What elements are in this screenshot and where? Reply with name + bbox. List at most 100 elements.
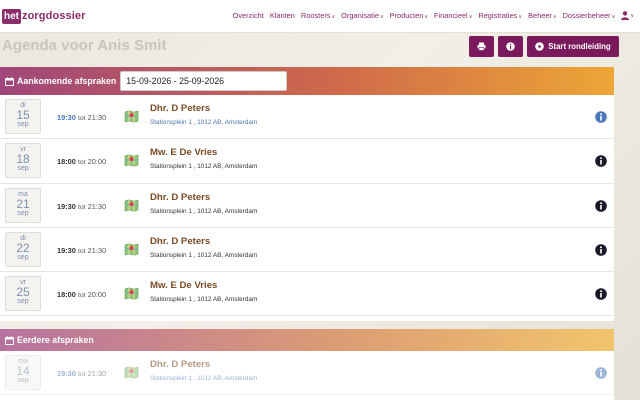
past-appointments-panel: Eerdere afspraken ma 14 sep 19:30 tot 21… [0,329,614,400]
map-icon[interactable] [124,287,139,305]
info-circle-icon[interactable] [595,110,607,128]
time-separator: tot [77,159,86,167]
appointment-row[interactable]: di 22 sep 19:30 tot 21:30 Dhr. D Peters … [0,227,614,273]
upcoming-list: di 15 sep 19:30 tot 21:30 Dhr. D Peters … [0,95,614,317]
past-list: ma 14 sep 19:30 tot 21:30 Dhr. D Peters … [0,351,614,396]
chevron-down-icon: ∨ [424,14,428,20]
nav-klanten[interactable]: Klanten [270,11,295,20]
calendar-icon [5,76,14,86]
end-time: 20:00 [87,157,107,167]
date-badge: di 15 sep [5,99,41,134]
time-separator: tot [77,203,86,211]
upcoming-panel-header: Aankomende afspraken 15-09-2026 - 25-09-… [0,67,614,95]
page-title: Agenda voor Anis Smit [2,37,167,54]
nav-registraties[interactable]: Registraties∨ [478,11,522,20]
nav-producten[interactable]: Producten∨ [390,11,428,20]
user-icon [621,11,630,20]
time-range: 18:00 tot 20:00 [57,290,106,299]
date-range-input[interactable]: 15-09-2026 - 25-09-2026 [120,71,288,91]
nav-dossierbeheer[interactable]: Dossierbeheer∨ [563,11,616,20]
appointment-row[interactable]: ma 14 sep 19:30 tot 21:30 Dhr. D Peters … [0,351,614,396]
end-time: 21:30 [87,201,107,211]
print-icon [477,42,486,51]
client-name[interactable]: Dhr. D Peters [150,103,210,114]
date-badge: ma 14 sep [5,355,41,390]
main-nav: Overzicht Klanten Roosters∨ Organisatie∨… [227,11,634,20]
time-range: 18:00 tot 20:00 [57,157,106,166]
time-range: 19:30 tot 21:30 [57,246,106,255]
month-name: sep [17,377,29,384]
client-name[interactable]: Dhr. D Peters [150,192,210,203]
start-tour-button[interactable]: Start rondleiding [527,36,619,57]
info-circle-icon[interactable] [595,199,607,217]
past-panel-header[interactable]: Eerdere afspraken [0,329,614,351]
nav-beheer[interactable]: Beheer∨ [528,11,557,20]
info-circle-icon[interactable] [595,154,607,172]
logo-zorgdossier: zorgdossier [22,10,86,22]
time-range: 19:30 tot 21:30 [57,369,106,378]
map-icon[interactable] [124,154,139,172]
start-time: 18:00 [57,290,76,300]
appointment-row[interactable]: vr 25 sep 18:00 tot 20:00 Mw. E De Vries… [0,272,614,317]
end-time: 21:30 [87,245,107,255]
day-number: 14 [16,364,30,378]
time-range: 19:30 tot 21:30 [57,202,106,211]
appointment-row[interactable]: di 15 sep 19:30 tot 21:30 Dhr. D Peters … [0,95,614,140]
chevron-down-icon: ∨ [468,14,473,20]
info-circle-icon[interactable] [595,366,607,384]
date-badge: vr 25 sep [5,276,41,312]
day-number: 18 [16,152,30,167]
client-address: Stationsplein 1 , 1012 AB, Amsterdam [150,163,258,171]
nav-organisatie[interactable]: Organisatie∨ [341,11,383,20]
print-button[interactable] [469,36,494,57]
info-button[interactable] [498,36,523,57]
chevron-down-icon: ∨ [611,14,616,20]
month-name: sep [17,121,29,128]
toolbar: Start rondleiding [465,36,619,57]
info-circle-icon[interactable] [595,287,607,305]
date-badge: ma 21 sep [5,187,41,223]
time-separator: tot [77,371,86,378]
chevron-down-icon: ∨ [630,12,634,19]
brand-logo[interactable]: het zorgdossier [2,8,85,24]
appointment-row[interactable]: ma 21 sep 19:30 tot 21:30 Dhr. D Peters … [0,183,614,228]
client-address: Stationsplein 1 , 1012 AB, Amsterdam [150,375,258,382]
start-time: 19:30 [57,245,76,255]
start-time: 19:30 [57,201,76,211]
client-name[interactable]: Dhr. D Peters [150,236,210,247]
client-address: Stationsplein 1 , 1012 AB, Amsterdam [150,119,258,126]
chevron-down-icon: ∨ [379,14,384,20]
time-separator: tot [77,292,86,300]
client-name[interactable]: Mw. E De Vries [150,280,217,291]
upcoming-appointments-panel: Aankomende afspraken 15-09-2026 - 25-09-… [0,67,614,321]
info-circle-icon[interactable] [595,243,607,261]
calendar-icon [5,335,14,345]
day-number: 22 [16,240,30,255]
day-number: 21 [16,196,30,211]
time-separator: tot [77,115,86,122]
day-number: 15 [16,108,30,122]
past-panel-title: Eerdere afspraken [17,335,94,345]
start-time: 19:30 [57,113,76,122]
start-time: 18:00 [57,157,76,167]
appointment-row[interactable]: vr 18 sep 18:00 tot 20:00 Mw. E De Vries… [0,139,614,184]
time-separator: tot [77,247,86,255]
client-address: Stationsplein 1 , 1012 AB, Amsterdam [150,251,258,259]
user-menu[interactable]: ∨ [621,11,634,20]
map-icon[interactable] [124,243,139,261]
month-name: sep [17,209,29,217]
play-circle-icon [535,42,545,51]
map-icon[interactable] [124,366,139,384]
upcoming-panel-title: Aankomende afspraken [17,76,117,86]
date-badge: vr 18 sep [5,143,41,179]
nav-financieel[interactable]: Financieel∨ [434,11,472,20]
day-number: 25 [16,285,30,300]
client-name[interactable]: Mw. E De Vries [150,147,217,158]
end-time: 20:00 [87,290,107,300]
month-name: sep [17,165,29,173]
nav-roosters[interactable]: Roosters∨ [301,11,335,20]
client-name[interactable]: Dhr. D Peters [150,359,210,370]
map-icon[interactable] [124,110,139,128]
nav-overzicht[interactable]: Overzicht [233,11,264,20]
map-icon[interactable] [124,199,139,217]
